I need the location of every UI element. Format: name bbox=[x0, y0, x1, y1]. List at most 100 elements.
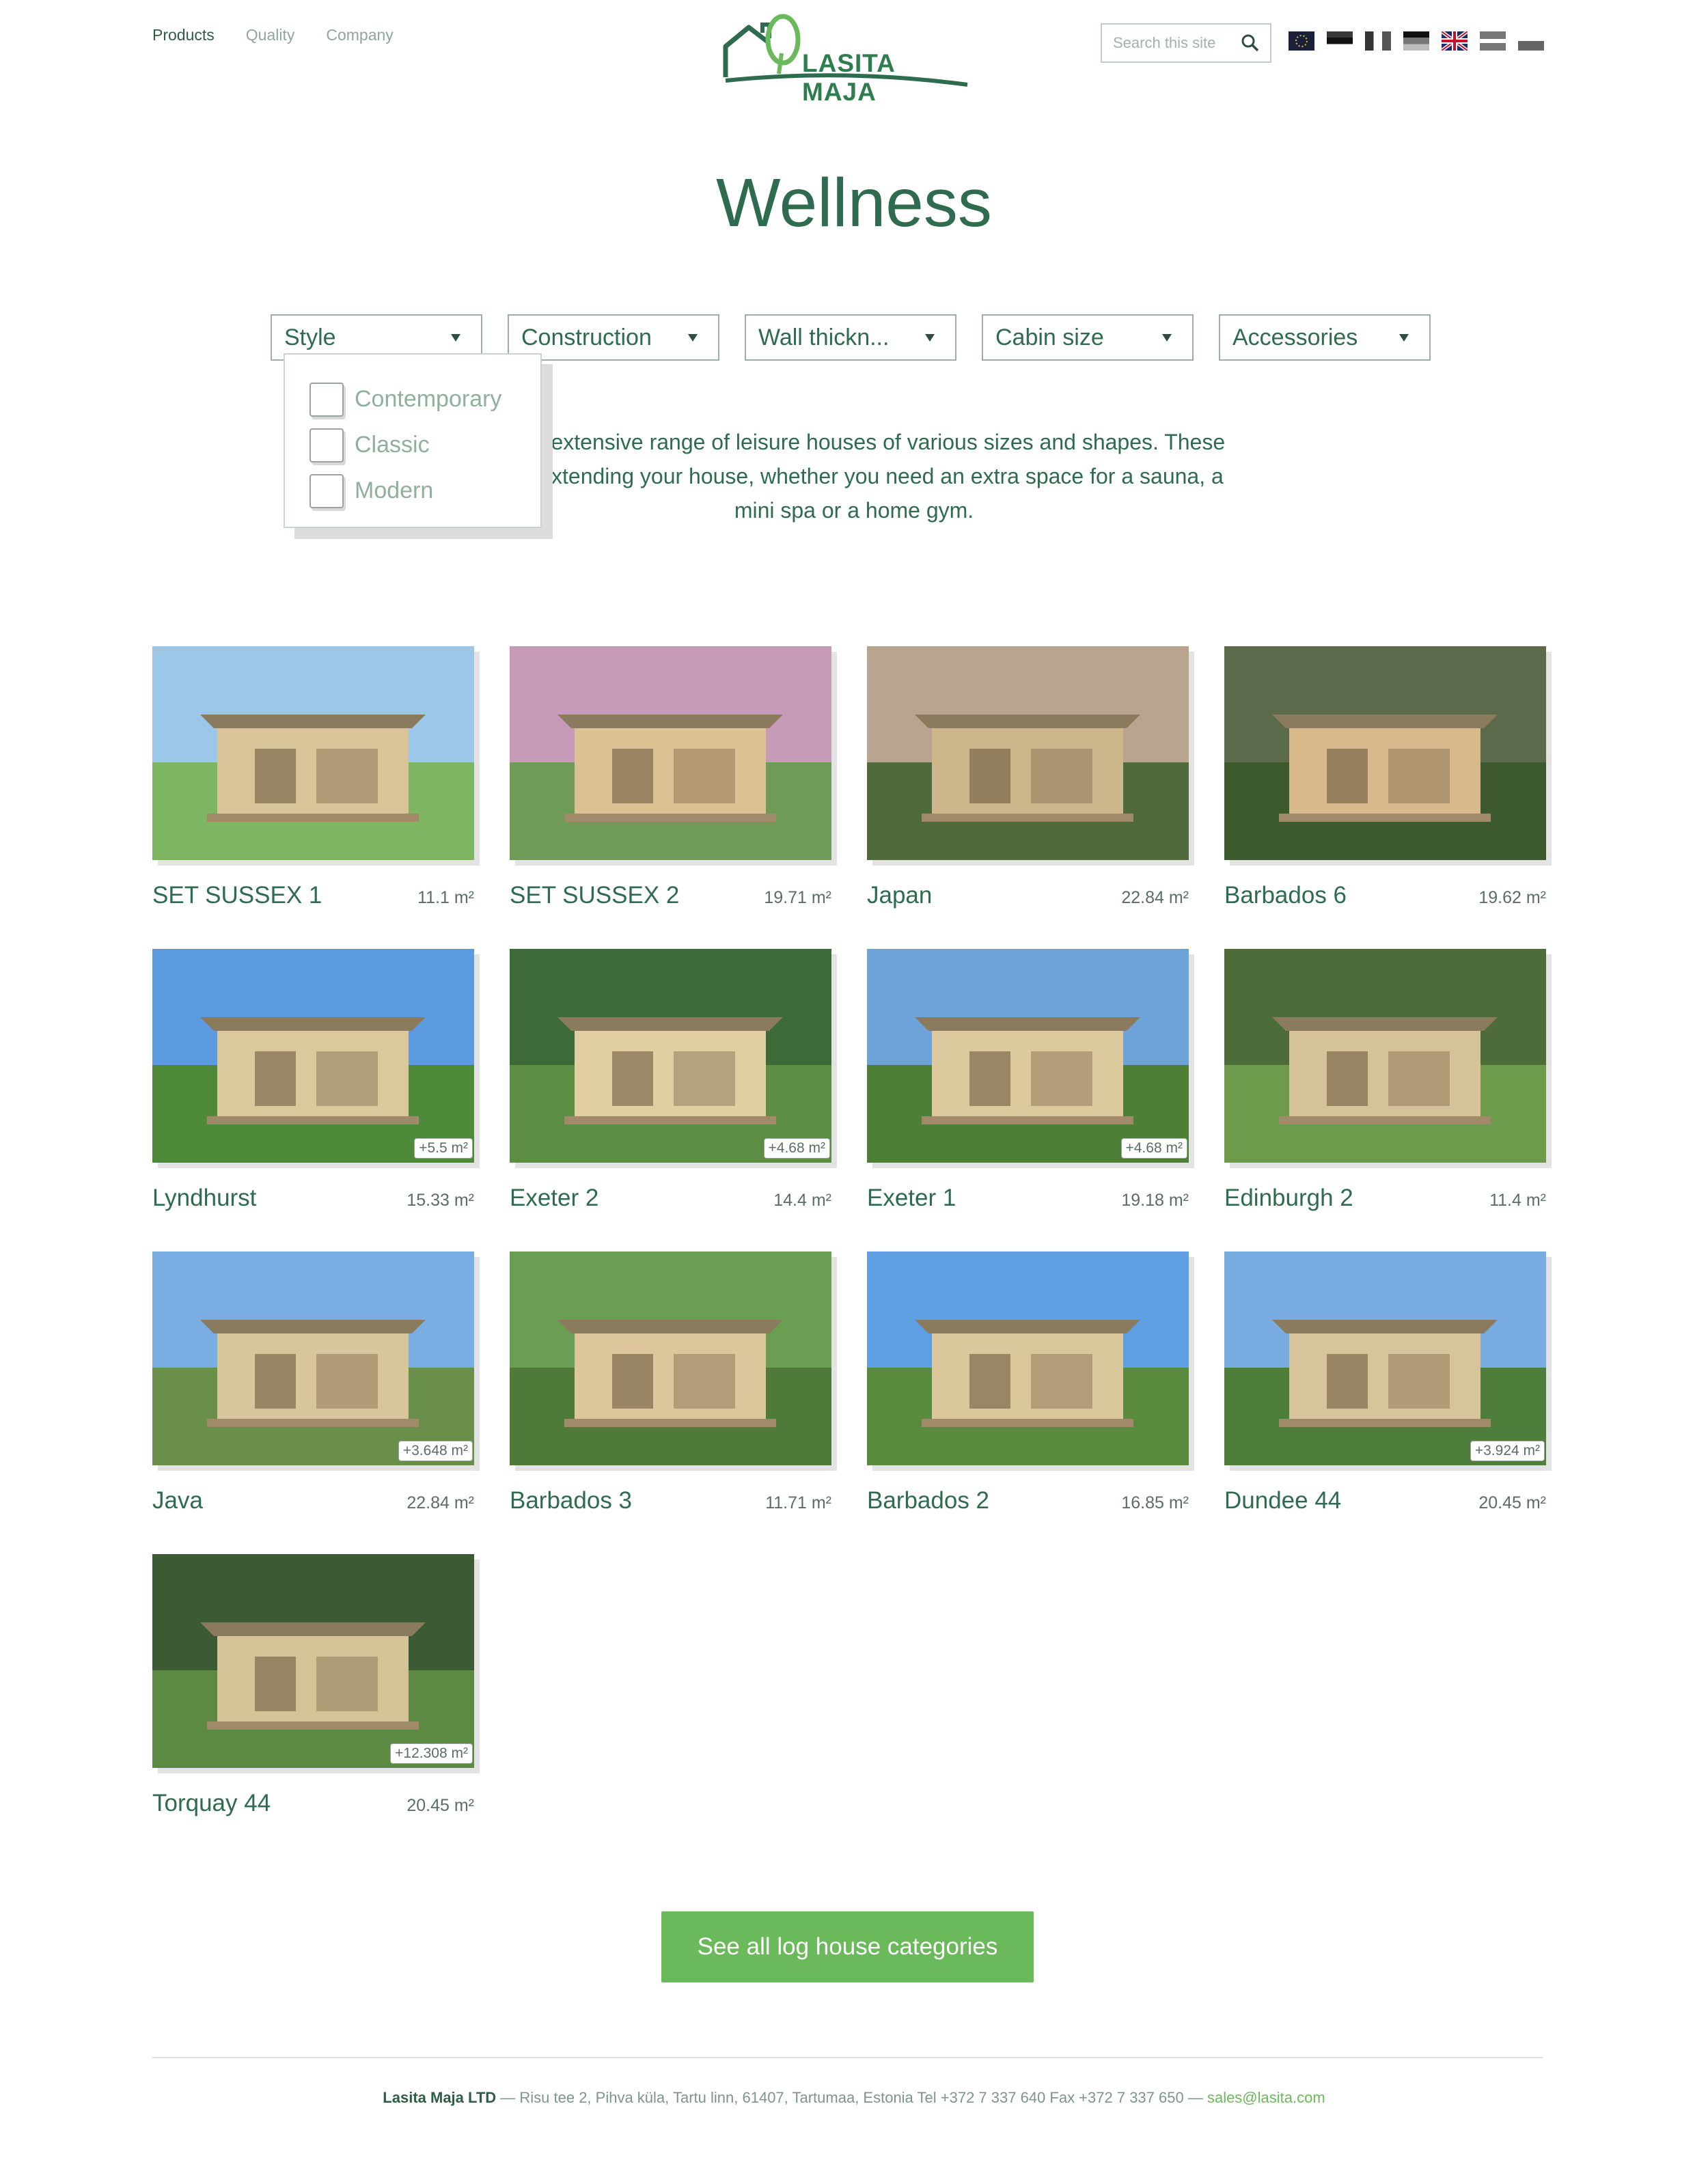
language-switcher bbox=[1289, 31, 1544, 51]
checkbox[interactable] bbox=[309, 428, 344, 462]
product-card[interactable]: +3.924 m² Dundee 44 20.45 m² bbox=[1224, 1251, 1546, 1554]
product-image[interactable]: +4.68 m² bbox=[867, 949, 1189, 1163]
product-name[interactable]: Barbados 6 bbox=[1224, 882, 1347, 909]
style-option-classic[interactable]: Classic bbox=[309, 422, 540, 468]
extra-area-badge: +4.68 m² bbox=[763, 1138, 830, 1159]
product-card[interactable]: Japan 22.84 m² bbox=[867, 646, 1189, 949]
france-flag-icon[interactable] bbox=[1365, 31, 1391, 51]
footer-divider bbox=[152, 2057, 1543, 2058]
extra-area-badge: +3.648 m² bbox=[398, 1441, 473, 1461]
product-name[interactable]: Barbados 2 bbox=[867, 1487, 989, 1514]
product-info: Japan 22.84 m² bbox=[867, 882, 1189, 909]
see-all-categories-button[interactable]: See all log house categories bbox=[661, 1911, 1034, 1982]
product-card[interactable]: +3.648 m² Java 22.84 m² bbox=[152, 1251, 474, 1554]
product-grid: SET SUSSEX 1 11.1 m² SET SUSSEX 2 19.71 m² J… bbox=[152, 646, 1546, 1857]
product-info: Barbados 6 19.62 m² bbox=[1224, 882, 1546, 909]
product-card[interactable]: Barbados 2 16.85 m² bbox=[867, 1251, 1189, 1554]
product-area: 20.45 m² bbox=[1478, 1493, 1546, 1512]
logo[interactable]: LASITA MAJA bbox=[721, 12, 971, 106]
filter-accessories[interactable]: Accessories bbox=[1219, 314, 1431, 361]
product-name[interactable]: SET SUSSEX 1 bbox=[152, 882, 322, 909]
product-card[interactable]: +5.5 m² Lyndhurst 15.33 m² bbox=[152, 949, 474, 1251]
product-name[interactable]: Exeter 2 bbox=[510, 1185, 598, 1212]
filter-cabin-size[interactable]: Cabin size bbox=[982, 314, 1194, 361]
product-info: Exeter 2 14.4 m² bbox=[510, 1185, 831, 1212]
product-info: Dundee 44 20.45 m² bbox=[1224, 1487, 1546, 1514]
filter-accessories-label: Accessories bbox=[1232, 324, 1358, 350]
product-image[interactable] bbox=[152, 646, 474, 860]
product-name[interactable]: Edinburgh 2 bbox=[1224, 1185, 1353, 1212]
checkbox[interactable] bbox=[309, 382, 344, 417]
product-card[interactable]: +4.68 m² Exeter 1 19.18 m² bbox=[867, 949, 1189, 1251]
chevron-down-icon bbox=[1162, 333, 1172, 342]
nav-company[interactable]: Company bbox=[326, 26, 393, 44]
extra-area-badge: +4.68 m² bbox=[1120, 1138, 1187, 1159]
germany-flag-icon[interactable] bbox=[1403, 31, 1429, 51]
product-area: 14.4 m² bbox=[773, 1191, 831, 1210]
chevron-down-icon bbox=[925, 333, 935, 342]
search-icon[interactable] bbox=[1240, 33, 1261, 53]
product-image[interactable]: +3.648 m² bbox=[152, 1251, 474, 1465]
product-info: SET SUSSEX 1 11.1 m² bbox=[152, 882, 474, 909]
product-image[interactable] bbox=[1224, 949, 1546, 1163]
product-area: 22.84 m² bbox=[1121, 888, 1189, 907]
product-area: 20.45 m² bbox=[407, 1796, 474, 1815]
product-card[interactable]: +12.308 m² Torquay 44 20.45 m² bbox=[152, 1554, 474, 1857]
style-option-contemporary[interactable]: Contemporary bbox=[309, 376, 540, 422]
option-label: Modern bbox=[355, 478, 434, 503]
product-area: 19.18 m² bbox=[1121, 1191, 1189, 1210]
extra-area-badge: +12.308 m² bbox=[390, 1743, 473, 1764]
product-name[interactable]: Torquay 44 bbox=[152, 1790, 271, 1817]
filter-wall-thickness[interactable]: Wall thickn... bbox=[745, 314, 956, 361]
product-info: Torquay 44 20.45 m² bbox=[152, 1790, 474, 1817]
product-image[interactable] bbox=[867, 646, 1189, 860]
extra-area-badge: +3.924 m² bbox=[1470, 1441, 1545, 1461]
product-name[interactable]: Japan bbox=[867, 882, 932, 909]
filter-wall-thickness-label: Wall thickn... bbox=[758, 324, 890, 350]
product-name[interactable]: Dundee 44 bbox=[1224, 1487, 1341, 1514]
product-card[interactable]: Edinburgh 2 11.4 m² bbox=[1224, 949, 1546, 1251]
search-box bbox=[1101, 23, 1271, 63]
footer-email-link[interactable]: sales@lasita.com bbox=[1207, 2089, 1325, 2106]
product-image[interactable]: +4.68 m² bbox=[510, 949, 831, 1163]
page-title: Wellness bbox=[716, 165, 992, 241]
filter-construction-label: Construction bbox=[521, 324, 652, 350]
estonia-flag-icon[interactable] bbox=[1327, 31, 1353, 51]
latvia-flag-icon[interactable] bbox=[1480, 31, 1506, 51]
product-name[interactable]: Java bbox=[152, 1487, 203, 1514]
nav-products[interactable]: Products bbox=[152, 26, 215, 44]
poland-flag-icon[interactable] bbox=[1518, 31, 1544, 51]
product-card[interactable]: Barbados 6 19.62 m² bbox=[1224, 646, 1546, 949]
product-name[interactable]: Exeter 1 bbox=[867, 1185, 956, 1212]
product-image[interactable] bbox=[510, 646, 831, 860]
checkbox[interactable] bbox=[309, 473, 344, 508]
footer: Lasita Maja LTD — Risu tee 2, Pihva küla… bbox=[0, 2089, 1708, 2107]
product-image[interactable] bbox=[510, 1251, 831, 1465]
product-card[interactable]: +4.68 m² Exeter 2 14.4 m² bbox=[510, 949, 831, 1251]
product-image[interactable]: +5.5 m² bbox=[152, 949, 474, 1163]
product-area: 16.85 m² bbox=[1121, 1493, 1189, 1512]
logo-text: LASITA MAJA bbox=[802, 49, 895, 106]
style-option-modern[interactable]: Modern bbox=[309, 468, 540, 514]
search-input[interactable] bbox=[1113, 34, 1236, 52]
chevron-down-icon bbox=[451, 333, 460, 342]
product-name[interactable]: Lyndhurst bbox=[152, 1185, 256, 1212]
product-name[interactable]: SET SUSSEX 2 bbox=[510, 882, 679, 909]
product-image[interactable] bbox=[1224, 646, 1546, 860]
product-info: Barbados 2 16.85 m² bbox=[867, 1487, 1189, 1514]
product-name[interactable]: Barbados 3 bbox=[510, 1487, 632, 1514]
product-image[interactable] bbox=[867, 1251, 1189, 1465]
product-info: Lyndhurst 15.33 m² bbox=[152, 1185, 474, 1212]
product-card[interactable]: SET SUSSEX 2 19.71 m² bbox=[510, 646, 831, 949]
uk-flag-icon[interactable] bbox=[1442, 31, 1468, 51]
product-info: Barbados 3 11.71 m² bbox=[510, 1487, 831, 1514]
nav-quality[interactable]: Quality bbox=[246, 26, 295, 44]
product-image[interactable]: +3.924 m² bbox=[1224, 1251, 1546, 1465]
product-area: 19.71 m² bbox=[764, 888, 831, 907]
product-image[interactable]: +12.308 m² bbox=[152, 1554, 474, 1768]
eu-flag-icon[interactable] bbox=[1289, 31, 1314, 51]
product-area: 11.1 m² bbox=[417, 888, 474, 907]
product-card[interactable]: SET SUSSEX 1 11.1 m² bbox=[152, 646, 474, 949]
filter-style-label: Style bbox=[284, 324, 336, 350]
product-card[interactable]: Barbados 3 11.71 m² bbox=[510, 1251, 831, 1554]
